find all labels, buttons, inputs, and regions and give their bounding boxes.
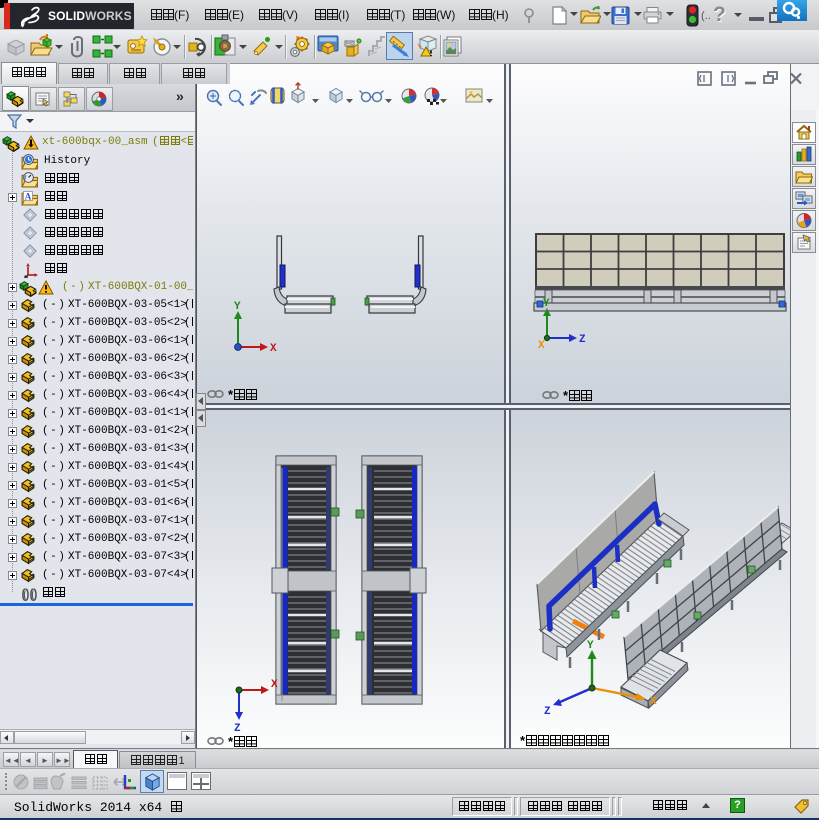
svg-text:Y: Y bbox=[543, 298, 550, 310]
svg-text:Y: Y bbox=[234, 301, 241, 313]
svg-text:X: X bbox=[650, 696, 657, 708]
svg-text:Y: Y bbox=[587, 640, 594, 652]
svg-text:Z: Z bbox=[544, 706, 551, 718]
svg-text:X: X bbox=[270, 343, 277, 355]
svg-text:X: X bbox=[538, 340, 545, 352]
svg-text:Z: Z bbox=[579, 334, 586, 346]
svg-text:X: X bbox=[271, 679, 278, 691]
